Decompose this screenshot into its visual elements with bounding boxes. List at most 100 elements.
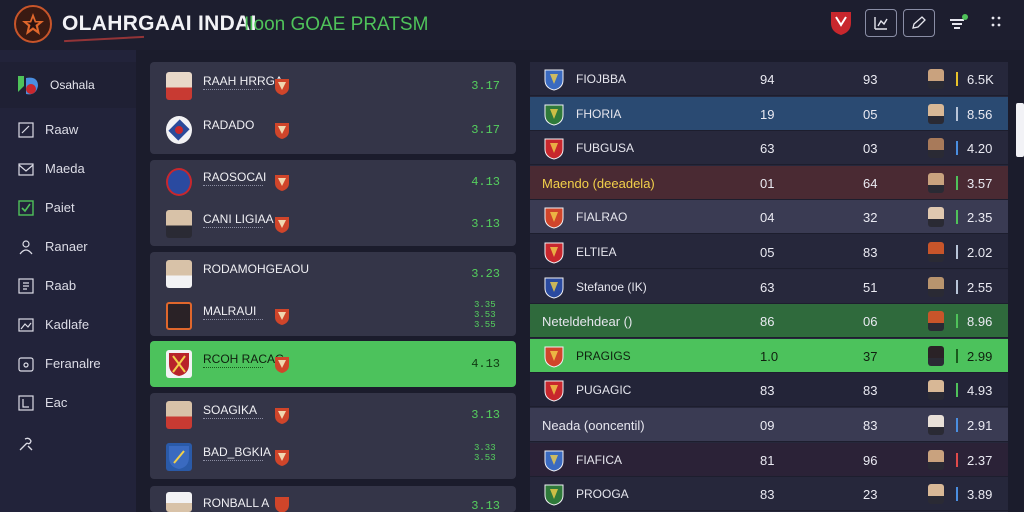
club-crest-icon xyxy=(544,277,564,299)
standings-row[interactable]: PROOGA 83 23 3.89 xyxy=(530,477,1008,512)
stat-value: 6.5K xyxy=(967,72,994,87)
match-row[interactable]: MALRAUI 3.35 3.53 3.55 xyxy=(150,294,516,338)
stat-played: 63 xyxy=(760,141,775,157)
club-crest-icon xyxy=(275,450,289,466)
standings-row[interactable]: FUBGUSA 63 03 4.20 xyxy=(530,131,1008,166)
match-subtext xyxy=(203,89,263,94)
club-crest-icon xyxy=(275,408,289,424)
edit-button[interactable] xyxy=(903,9,935,37)
match-odds[interactable]: 4.13 xyxy=(471,175,500,189)
stat-value: 4.93 xyxy=(967,383,993,399)
standings-row[interactable]: Maendo (deeadela) 01 64 3.57 xyxy=(530,165,1008,200)
stat-points: 83 xyxy=(863,245,878,260)
standings-row[interactable]: FIOJBBA 94 93 6.5K xyxy=(530,62,1008,96)
match-row[interactable]: RONBALL A 3.13 xyxy=(150,486,516,512)
match-odds[interactable]: 3.35 3.53 3.55 xyxy=(474,300,500,330)
match-row[interactable]: RADADO 3.17 xyxy=(150,108,516,152)
scrollbar-thumb[interactable] xyxy=(1016,103,1024,157)
team-name: PUGAGIC xyxy=(576,383,632,398)
match-odds[interactable]: 3.13 xyxy=(471,499,500,512)
app-subtitle: Iloon GOAE PRATSM xyxy=(244,14,429,35)
match-odds[interactable]: 4.13 xyxy=(471,357,500,371)
club-crest-icon xyxy=(275,357,289,373)
standings-row[interactable]: Neada (ooncentil) 09 83 2.91 xyxy=(530,408,1008,442)
app-title: OLAHRGAAI INDAI xyxy=(62,12,257,35)
sidebar-item-raab[interactable]: Raab xyxy=(0,270,136,302)
pencil-icon xyxy=(912,16,926,29)
stat-points: 93 xyxy=(863,72,878,87)
club-crest-icon xyxy=(544,69,564,91)
standings-row[interactable]: Neteldehdear () 86 06 8.96 xyxy=(530,304,1008,339)
team-name: PRAGIGS xyxy=(576,348,631,363)
match-odds[interactable]: 3.33 3.53 xyxy=(474,443,500,463)
match-name: RAAH HRRGA xyxy=(203,74,284,88)
stat-points: 83 xyxy=(863,418,878,433)
match-name: SOAGIKA xyxy=(203,403,258,417)
sidebar-item-eac[interactable]: Eac xyxy=(0,387,136,419)
form-indicator xyxy=(956,210,958,225)
team-name: FUBGUSA xyxy=(576,141,635,156)
match-odds[interactable]: 3.13 xyxy=(471,217,500,231)
match-card[interactable]: RONBALL A 3.13 xyxy=(150,486,516,512)
match-row[interactable]: RAAH HRRGA 3.17 xyxy=(150,64,516,108)
brand-logo-icon[interactable] xyxy=(14,5,52,43)
form-indicator xyxy=(956,314,958,329)
club-crest-icon xyxy=(275,217,289,233)
form-indicator xyxy=(956,348,958,363)
club-shield-icon[interactable] xyxy=(830,10,852,41)
more-options-icon[interactable] xyxy=(990,15,1002,34)
sidebar-item-maeda[interactable]: Maeda xyxy=(0,153,136,185)
standings-row[interactable]: FHORIA 19 05 8.56 xyxy=(530,96,1008,131)
sidebar-item-ranaer[interactable]: Ranaer xyxy=(0,231,136,263)
match-row[interactable]: CANI LIGIAA 3.13 xyxy=(150,202,516,246)
stat-played: 1.0 xyxy=(760,348,779,364)
match-row[interactable]: RAOSOCAI 4.13 xyxy=(150,160,516,204)
list-icon xyxy=(18,278,34,294)
sidebar-item-label: Eac xyxy=(45,395,68,410)
match-name: MALRAUI xyxy=(203,304,257,318)
sidebar-item-feranalre[interactable]: Feranalre xyxy=(0,348,136,380)
chart-button[interactable] xyxy=(865,9,897,37)
stat-points: 51 xyxy=(863,279,878,295)
match-card-selected[interactable]: RCOH RACAG 4.13 xyxy=(150,341,516,387)
standings-row[interactable]: PRAGIGS 1.0 37 2.99 xyxy=(530,338,1008,373)
match-subtext xyxy=(203,227,263,232)
standings-row[interactable]: FIAFICA 81 96 2.37 xyxy=(530,442,1008,477)
club-crest-icon xyxy=(544,484,564,506)
match-card[interactable]: RODAMOHGEAOU 3.23 MALRAUI 3.35 3.53 3.55 xyxy=(150,252,516,336)
player-avatar xyxy=(166,210,192,238)
standings-row[interactable]: FIALRAO 04 32 2.35 xyxy=(530,200,1008,235)
chart-icon xyxy=(874,17,888,30)
club-crest-icon xyxy=(275,123,289,139)
sidebar-item-kadlafe[interactable]: Kadlafe xyxy=(0,309,136,341)
match-odds[interactable]: 3.13 xyxy=(471,408,500,422)
match-row[interactable]: RCOH RACAG 4.13 xyxy=(150,342,516,386)
sidebar-item-raaw[interactable]: Raaw xyxy=(0,114,136,146)
standings-row[interactable]: Stefanoe (IK) 63 51 2.55 xyxy=(530,269,1008,304)
stat-points: 32 xyxy=(863,210,878,226)
sidebar-item-home[interactable]: Osahala xyxy=(0,62,136,108)
match-row[interactable]: RODAMOHGEAOU 3.23 xyxy=(150,252,516,296)
match-card[interactable]: RAOSOCAI 4.13 CANI LIGIAA 3.13 xyxy=(150,160,516,246)
match-odds[interactable]: 3.23 xyxy=(471,267,500,281)
sidebar-item-paiet[interactable]: Paiet xyxy=(0,192,136,224)
sidebar-item-tools[interactable] xyxy=(0,428,136,460)
player-avatar xyxy=(928,276,944,297)
match-card[interactable]: SOAGIKA 3.13 BAD_BGKIA 3.33 3.53 xyxy=(150,393,516,479)
match-row[interactable]: BAD_BGKIA 3.33 3.53 xyxy=(150,435,516,479)
standings-row[interactable]: PUGAGIC 83 83 4.93 xyxy=(530,373,1008,408)
player-avatar xyxy=(166,72,192,100)
team-name: Neada (ooncentil) xyxy=(542,418,645,433)
sidebar-item-label: Feranalre xyxy=(45,356,101,371)
standings-row[interactable]: ELTIEA 05 83 2.02 xyxy=(530,235,1008,269)
match-card[interactable]: RAAH HRRGA 3.17 RADADO 3.17 xyxy=(150,62,516,154)
match-name: RAOSOCAI xyxy=(203,170,267,184)
notifications-icon[interactable] xyxy=(948,12,970,39)
sidebar-item-label: Raaw xyxy=(45,122,79,137)
match-name: RODAMOHGEAOU xyxy=(203,262,310,276)
player-avatar xyxy=(928,242,944,262)
match-odds[interactable]: 3.17 xyxy=(471,79,500,93)
match-row[interactable]: SOAGIKA 3.13 xyxy=(150,393,516,437)
match-odds[interactable]: 3.17 xyxy=(471,123,500,137)
form-indicator xyxy=(956,418,958,432)
